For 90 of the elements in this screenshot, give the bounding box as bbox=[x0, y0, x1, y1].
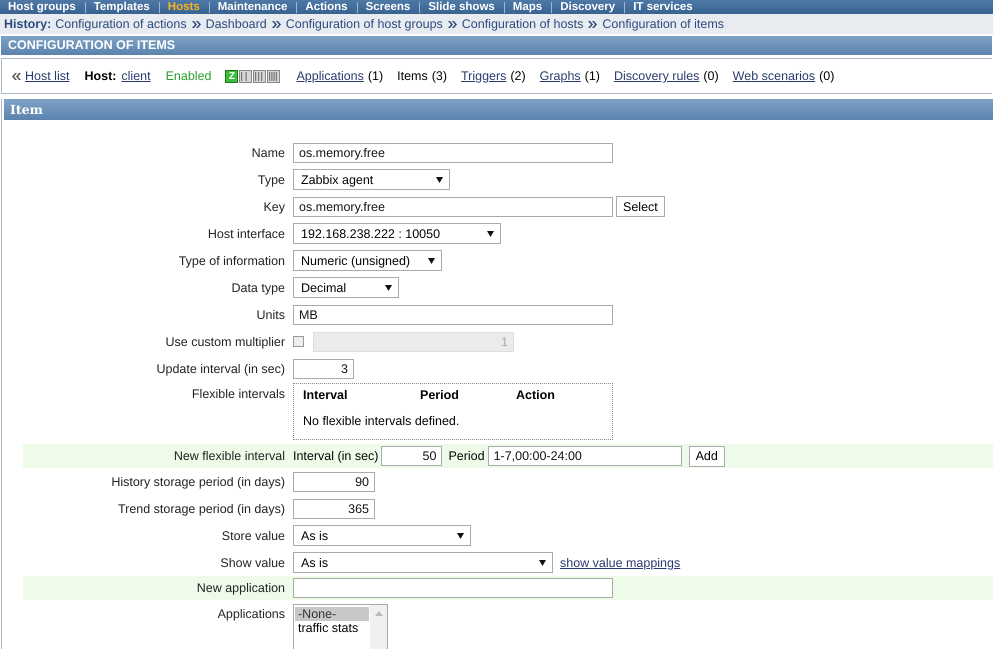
empty-message: No flexible intervals defined. bbox=[303, 414, 460, 428]
host-list-link[interactable]: Host list bbox=[25, 69, 70, 83]
page-title: CONFIGURATION OF ITEMS bbox=[1, 36, 992, 55]
tab-link[interactable]: Triggers bbox=[461, 69, 506, 83]
chevron-icon bbox=[588, 20, 598, 28]
interval-label: Interval (in sec) bbox=[293, 449, 378, 463]
column-header: Interval bbox=[303, 388, 348, 402]
tab-link[interactable]: Web scenarios bbox=[732, 69, 816, 83]
field-label: Type bbox=[256, 172, 285, 186]
tab-count: (2) bbox=[510, 69, 526, 83]
menu-tab[interactable]: Templates bbox=[94, 0, 150, 14]
input-field[interactable]: 50 bbox=[381, 446, 442, 466]
history-link[interactable]: Configuration of items bbox=[602, 17, 724, 31]
list-option[interactable]: traffic stats bbox=[295, 621, 369, 635]
field-label: New flexible interval bbox=[172, 449, 285, 463]
input-field[interactable]: os.memory.free bbox=[293, 142, 613, 162]
field-label: Type of information bbox=[178, 254, 285, 268]
input-field[interactable] bbox=[293, 578, 613, 598]
dropdown[interactable]: As is bbox=[293, 525, 471, 546]
input-field[interactable]: 3 bbox=[293, 358, 354, 378]
input-field[interactable]: 365 bbox=[293, 498, 375, 518]
field-label: Host interface bbox=[206, 226, 285, 240]
caret-icon bbox=[487, 230, 494, 236]
zabbix-availability-icon: Z bbox=[225, 70, 238, 82]
input-field[interactable]: 1-7,00:00-24:00 bbox=[488, 446, 682, 466]
tab-link[interactable]: Applications bbox=[296, 69, 364, 83]
input-field[interactable]: os.memory.free bbox=[293, 196, 613, 216]
section-header: Item bbox=[4, 99, 993, 120]
history-link[interactable]: Configuration of actions bbox=[55, 17, 187, 31]
field-label: Data type bbox=[230, 280, 285, 294]
caret-icon bbox=[428, 258, 435, 264]
menu-tab[interactable]: Slide shows bbox=[428, 0, 495, 14]
host-link[interactable]: client bbox=[121, 69, 151, 83]
add-button[interactable]: Add bbox=[688, 446, 725, 466]
back-icon bbox=[12, 72, 21, 80]
menu-tab[interactable]: Screens bbox=[366, 0, 410, 14]
tab-link[interactable]: Graphs bbox=[540, 69, 581, 83]
field-label: Trend storage period (in days) bbox=[117, 502, 285, 516]
chevron-icon bbox=[192, 20, 201, 28]
caret-icon bbox=[539, 560, 546, 566]
field-label: Store value bbox=[220, 528, 285, 542]
input-field[interactable]: 90 bbox=[293, 472, 375, 492]
field-label: History storage period (in days) bbox=[110, 474, 285, 488]
chevron-icon bbox=[272, 20, 281, 28]
tab-count: (1) bbox=[368, 69, 384, 83]
host-label: Host: bbox=[84, 69, 116, 83]
menu-tab[interactable]: Actions bbox=[305, 0, 348, 14]
menu-tab[interactable]: Maintenance bbox=[218, 0, 288, 14]
field-label: New application bbox=[196, 581, 285, 595]
listbox[interactable]: -None- traffic stats bbox=[293, 604, 388, 649]
status-text: Enabled bbox=[166, 69, 212, 83]
field-label: Update interval (in sec) bbox=[155, 362, 285, 376]
scroll-up-icon bbox=[374, 611, 382, 616]
dropdown[interactable]: As is bbox=[293, 552, 553, 573]
dropdown[interactable]: Decimal bbox=[293, 277, 399, 298]
list-option[interactable]: -None- bbox=[295, 607, 369, 621]
menu-tab[interactable]: Discovery bbox=[560, 0, 616, 14]
history-link[interactable]: Configuration of host groups bbox=[286, 17, 443, 31]
chevron-icon bbox=[448, 20, 457, 28]
caret-icon bbox=[457, 532, 464, 538]
field-label: Units bbox=[256, 308, 285, 322]
field-label: Flexible intervals bbox=[190, 387, 285, 401]
column-header: Period bbox=[420, 388, 460, 402]
caret-icon bbox=[385, 284, 392, 290]
column-header: Action bbox=[516, 388, 556, 402]
tab-link[interactable]: Discovery rules bbox=[614, 69, 700, 83]
period-label: Period bbox=[448, 449, 485, 463]
field-label: Key bbox=[262, 200, 285, 214]
history-link[interactable]: Configuration of hosts bbox=[462, 17, 584, 31]
dropdown[interactable]: 192.168.238.222 : 10050 bbox=[293, 223, 501, 244]
menu-tab[interactable]: Host groups bbox=[8, 0, 76, 14]
menu-tab[interactable]: Maps bbox=[512, 0, 542, 14]
tab-label[interactable]: Items bbox=[397, 69, 428, 83]
value-mappings-link[interactable]: show value mappings bbox=[560, 556, 680, 570]
history-link[interactable]: Dashboard bbox=[206, 17, 267, 31]
dropdown[interactable]: Numeric (unsigned) bbox=[293, 250, 442, 271]
tab-count: (3) bbox=[432, 69, 447, 83]
caret-icon bbox=[436, 176, 443, 182]
field-label: Applications bbox=[216, 607, 285, 621]
field-label: Use custom multiplier bbox=[164, 334, 285, 348]
select-button[interactable]: Select bbox=[616, 196, 665, 217]
field-label: Name bbox=[250, 146, 285, 160]
tab-count: (0) bbox=[819, 69, 834, 83]
dropdown[interactable]: Zabbix agent bbox=[293, 169, 450, 190]
field-label: Show value bbox=[219, 556, 285, 570]
history-label: History: bbox=[4, 17, 52, 31]
input-field[interactable]: MB bbox=[293, 304, 613, 324]
menu-tab[interactable]: IT services bbox=[633, 0, 693, 14]
tab-count: (0) bbox=[703, 69, 719, 83]
tab-count: (1) bbox=[584, 69, 600, 83]
